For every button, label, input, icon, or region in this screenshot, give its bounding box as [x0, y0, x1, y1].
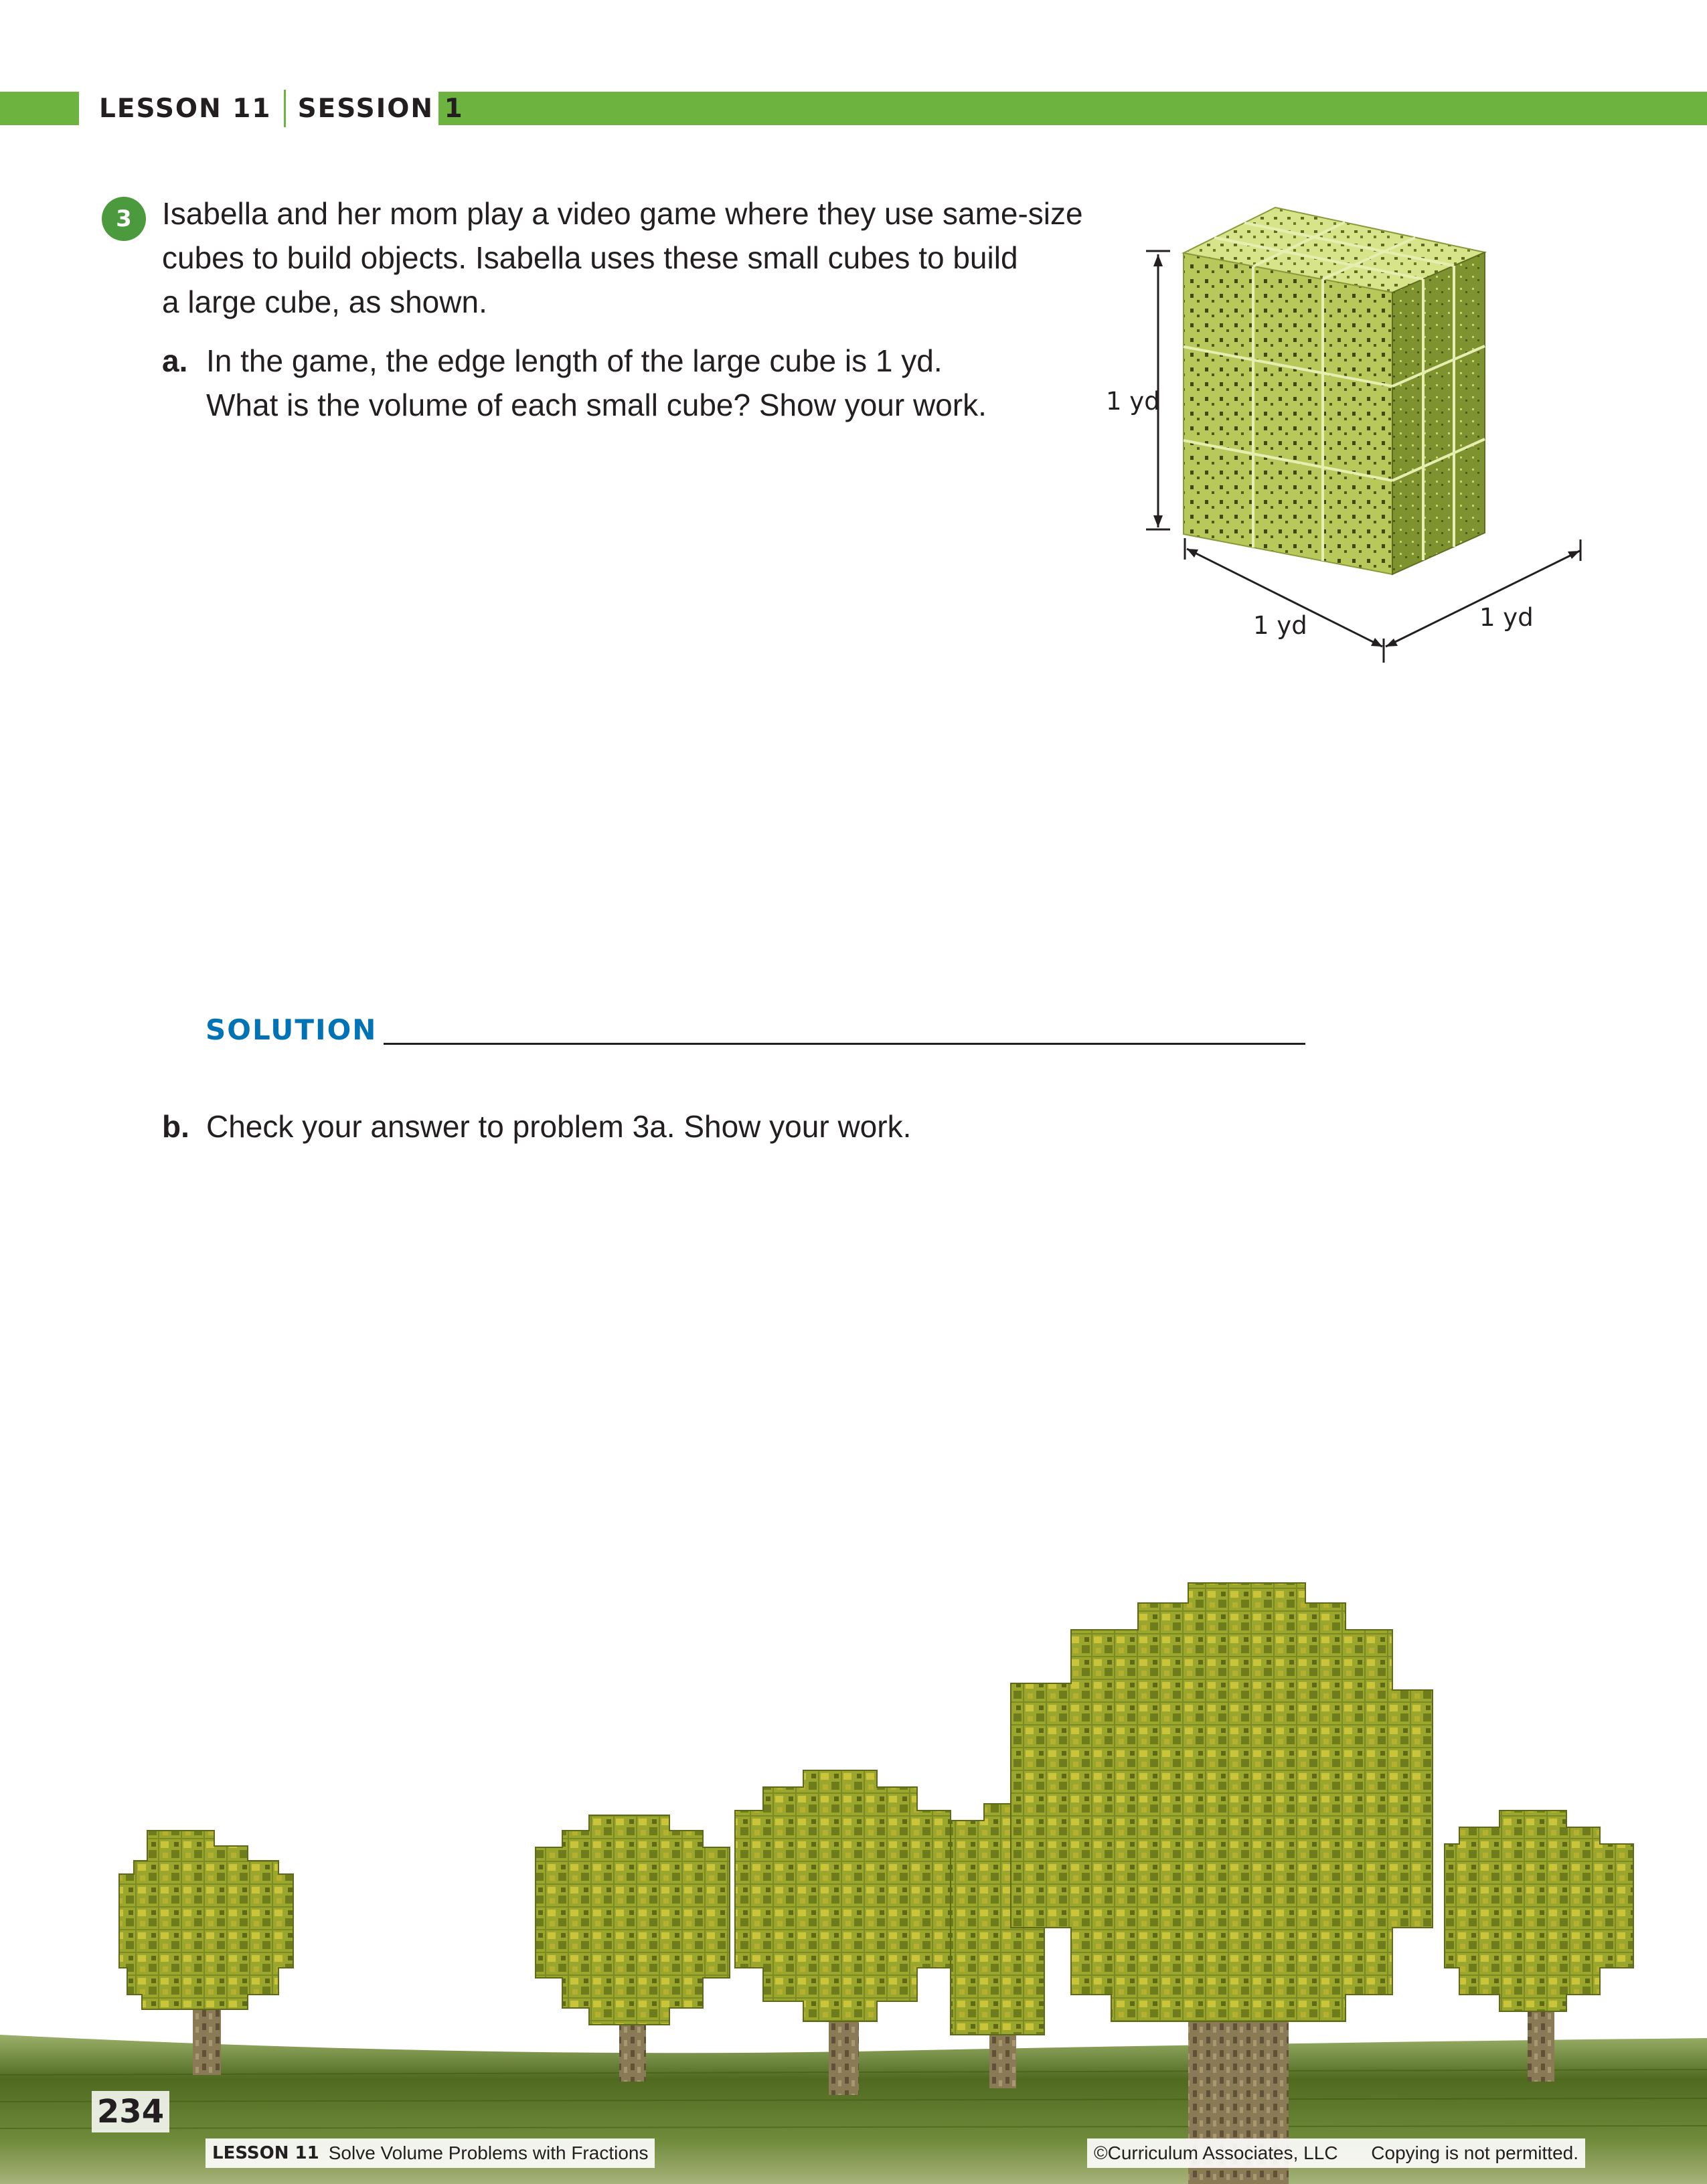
copy-notice-text: Copying is not permitted. — [1371, 2143, 1578, 2163]
part-b: b. Check your answer to problem 3a. Show… — [162, 1104, 1032, 1151]
lesson-session-header: LESSON 11 SESSION 1 — [99, 88, 464, 129]
tree-canopy — [1010, 1582, 1433, 2022]
copyright-text: ©Curriculum Associates, LLC — [1094, 2143, 1338, 2163]
problem-stem: Isabella and her mom play a video game w… — [162, 191, 1099, 324]
solution-answer-line[interactable] — [384, 1043, 1305, 1045]
session-label: SESSION 1 — [297, 93, 464, 124]
part-a-label: a. — [162, 343, 188, 378]
header-separator — [283, 90, 286, 127]
blocky-tree-scenery — [0, 1582, 1707, 2184]
lesson-label: LESSON 11 — [99, 93, 272, 124]
part-a-line: What is the volume of each small cube? S… — [206, 388, 987, 422]
stem-line: Isabella and her mom play a video game w… — [162, 196, 1083, 231]
tree-canopy — [118, 1830, 294, 2010]
tree-canopy — [535, 1815, 730, 2025]
part-a-line: In the game, the edge length of the larg… — [206, 343, 943, 378]
problem-number-badge: 3 — [102, 197, 146, 241]
tree-canopy — [734, 1770, 951, 2022]
part-a: a. In the game, the edge length of the l… — [162, 339, 1032, 432]
header-band-right — [438, 92, 1707, 125]
height-dimension-label: 1 yd — [1106, 387, 1160, 416]
depth-dimension-label: 1 yd — [1479, 603, 1534, 632]
tree-canopy — [1444, 1810, 1634, 2012]
cube-right-face — [1392, 251, 1485, 576]
stem-line: a large cube, as shown. — [162, 284, 487, 319]
page-number: 234 — [92, 2091, 169, 2132]
width-dimension-label: 1 yd — [1253, 611, 1307, 640]
footer-title-text: Solve Volume Problems with Fractions — [328, 2143, 649, 2163]
part-b-label: b. — [162, 1109, 189, 1144]
header-band-left — [0, 92, 79, 125]
stem-line: cubes to build objects. Isabella uses th… — [162, 240, 1018, 275]
solution-label: SOLUTION — [206, 1013, 378, 1046]
footer-lesson-label: LESSON 11 — [212, 2143, 319, 2163]
footer-copyright: ©Curriculum Associates, LLC Copying is n… — [1087, 2138, 1585, 2168]
cube-figure: 1 yd 1 yd 1 yd — [1106, 206, 1582, 663]
cube-left-face — [1183, 252, 1393, 576]
footer-lesson-title: LESSON 11 Solve Volume Problems with Fra… — [206, 2138, 655, 2168]
part-b-text: Check your answer to problem 3a. Show yo… — [206, 1109, 912, 1144]
